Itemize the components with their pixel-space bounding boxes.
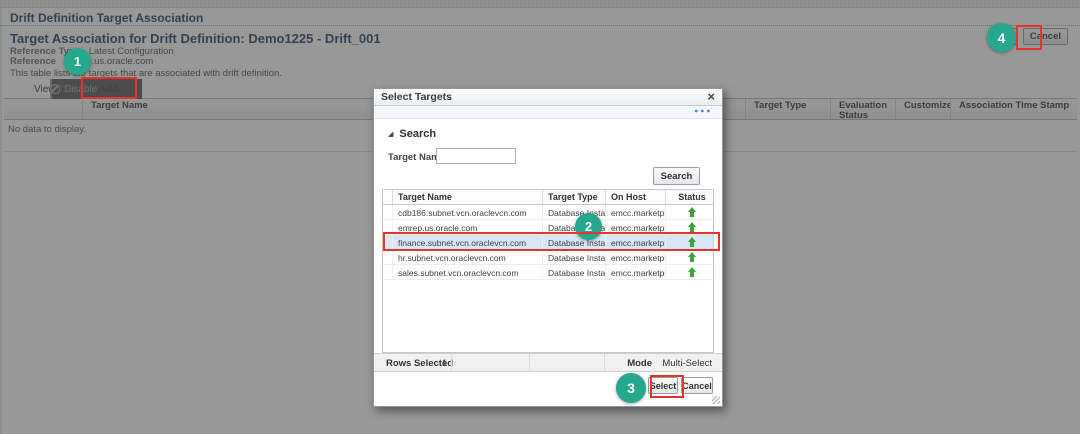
mode-label: Mode <box>627 358 652 369</box>
status-up-icon <box>687 267 698 277</box>
status-up-icon <box>687 252 698 262</box>
search-section-header[interactable]: ◢ Search <box>388 128 436 140</box>
status-up-icon <box>687 222 698 232</box>
search-section-label: Search <box>399 128 436 140</box>
splitter-dots-icon[interactable]: ••• <box>694 107 712 116</box>
row-selector-header <box>383 190 392 204</box>
highlight-box-finance-row <box>383 232 720 251</box>
targets-table-header: Target Name Target Type On Host Status <box>383 190 713 205</box>
status-bar-divider <box>451 354 452 371</box>
annotation-badge-4: 4 <box>987 23 1016 52</box>
highlight-box-ok-button <box>1016 25 1042 50</box>
status-cell <box>665 205 713 219</box>
annotation-badge-1: 1 <box>64 48 91 75</box>
screen: Drift Definition Target Association Targ… <box>0 0 1080 434</box>
target-row-sales[interactable]: sales.subnet.vcn.oraclevcn.com Database … <box>383 265 713 280</box>
target-name-cell[interactable]: sales.subnet.vcn.oraclevcn.com <box>392 265 542 279</box>
status-cell <box>665 265 713 279</box>
column-header-target-name[interactable]: Target Name <box>392 190 542 204</box>
row-selector-cell[interactable] <box>383 250 392 264</box>
on-host-cell: emcc.marketpla... <box>605 250 665 264</box>
column-header-status[interactable]: Status <box>665 190 713 204</box>
rows-selected-value: 1 <box>442 358 447 369</box>
resize-handle[interactable] <box>712 396 720 404</box>
target-name-cell[interactable]: cdb186.subnet.vcn.oraclevcn.com <box>392 205 542 219</box>
annotation-badge-3: 3 <box>616 373 646 403</box>
mode-value: Multi-Select <box>662 358 712 369</box>
search-button[interactable]: Search <box>653 167 700 185</box>
target-row-hr[interactable]: hr.subnet.vcn.oraclevcn.com Database Ins… <box>383 250 713 265</box>
target-name-cell[interactable]: hr.subnet.vcn.oraclevcn.com <box>392 250 542 264</box>
column-header-target-type[interactable]: Target Type <box>542 190 605 204</box>
on-host-cell: emcc.marketpla... <box>605 205 665 219</box>
column-header-on-host[interactable]: On Host <box>605 190 665 204</box>
on-host-cell: emcc.marketpla... <box>605 265 665 279</box>
highlight-box-select-button <box>650 375 684 398</box>
dialog-cancel-button[interactable]: Cancel <box>681 377 713 394</box>
target-type-cell: Database Insta... <box>542 250 605 264</box>
target-row-cdb186[interactable]: cdb186.subnet.vcn.oraclevcn.com Database… <box>383 205 713 220</box>
status-up-icon <box>687 207 698 217</box>
row-selector-cell[interactable] <box>383 205 392 219</box>
status-bar-divider <box>604 354 605 371</box>
status-bar-divider <box>529 354 530 371</box>
target-name-input[interactable] <box>436 148 516 164</box>
close-icon[interactable]: × <box>707 89 715 105</box>
highlight-box-add-button <box>81 77 137 99</box>
disclosure-triangle-icon[interactable]: ◢ <box>388 130 393 138</box>
targets-table: Target Name Target Type On Host Status c… <box>382 189 714 353</box>
status-cell <box>665 250 713 264</box>
row-selector-cell[interactable] <box>383 265 392 279</box>
dialog-title-bar[interactable]: Select Targets × <box>374 89 722 106</box>
target-type-cell: Database Insta... <box>542 265 605 279</box>
dialog-panel-splitter[interactable]: ••• <box>374 106 722 119</box>
dialog-body: ◢ Search Target Name Search Target Name … <box>374 119 722 406</box>
dialog-title: Select Targets <box>381 91 452 103</box>
